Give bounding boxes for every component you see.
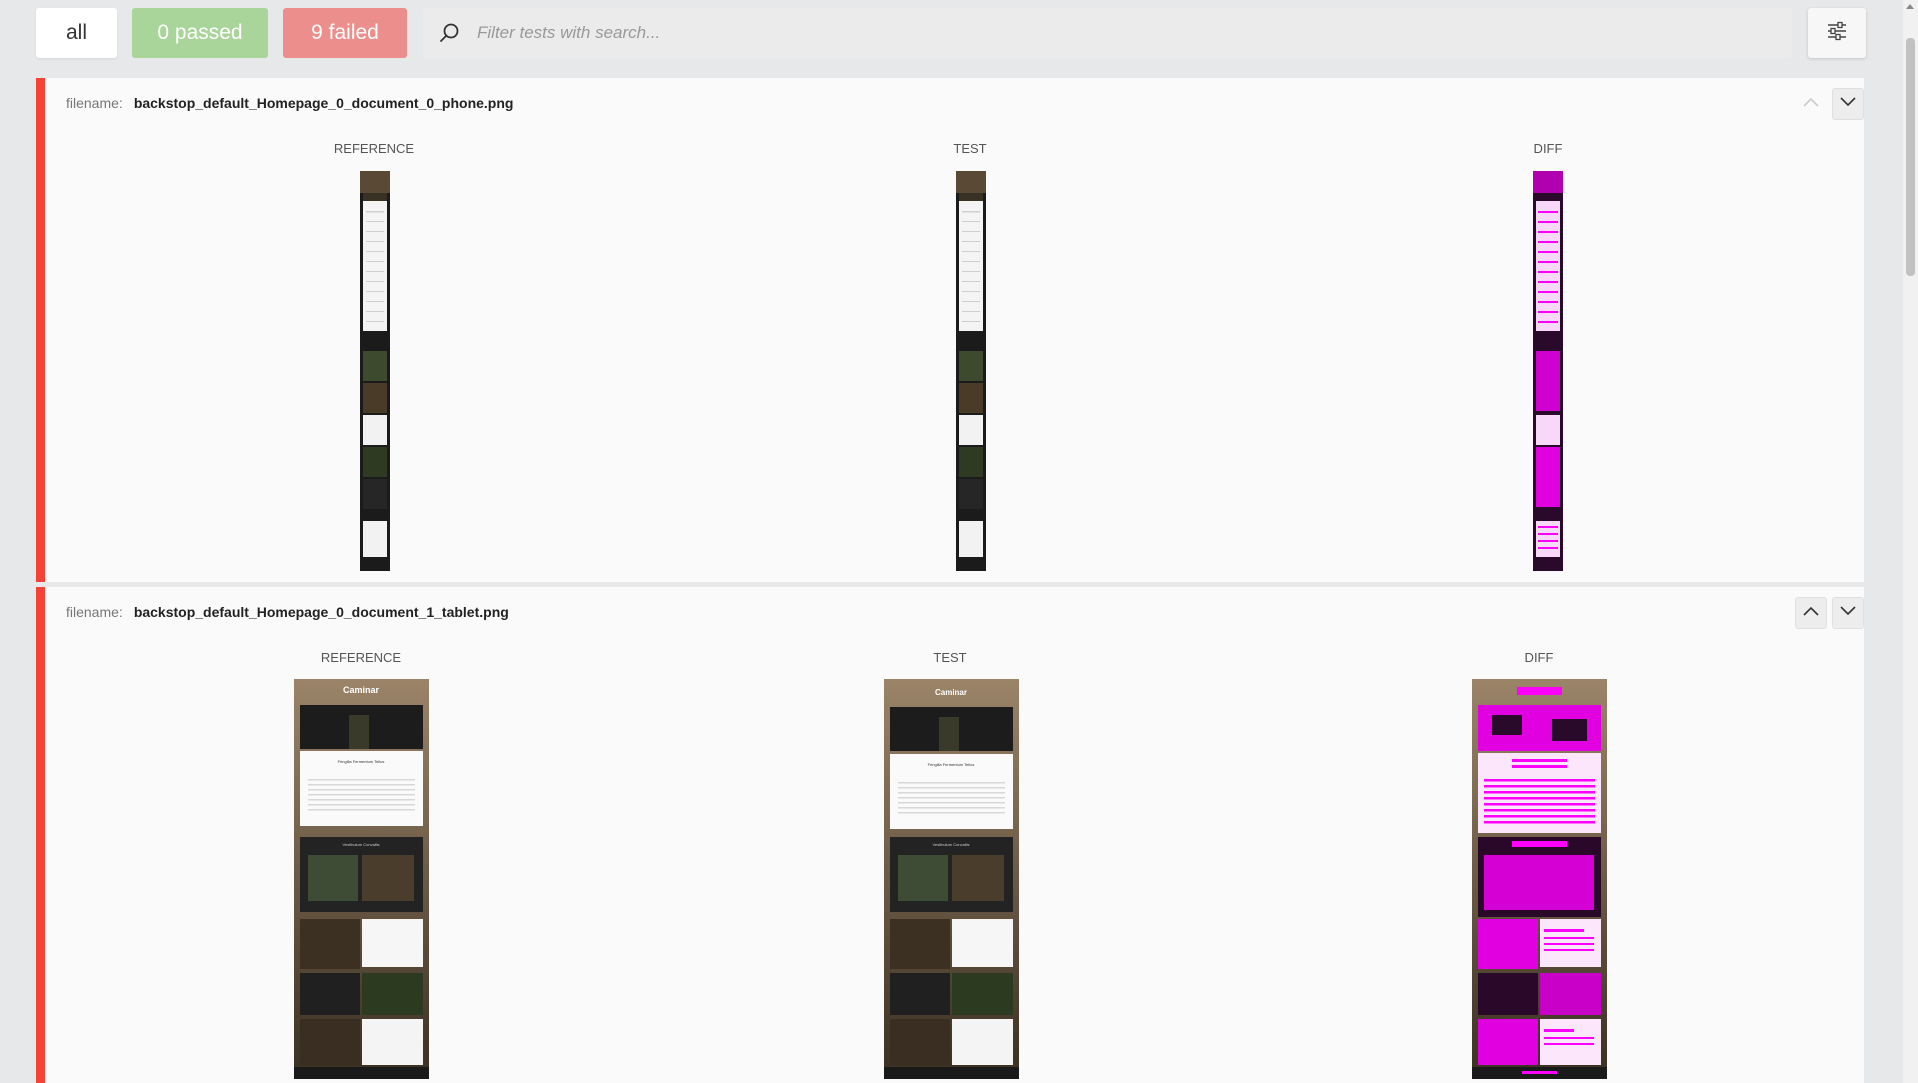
filename-row: filename: backstop_default_Homepage_0_do… xyxy=(66,604,509,620)
scroll-up-arrow[interactable] xyxy=(1906,4,1914,9)
reference-image[interactable] xyxy=(360,171,390,571)
filename-row: filename: backstop_default_Homepage_0_do… xyxy=(66,95,513,111)
chevron-down-icon xyxy=(1839,604,1857,622)
test-image[interactable]: Caminar Fringilla Fermentum Tellus Vesti… xyxy=(884,679,1019,1079)
test-result-card: filename: backstop_default_Homepage_0_do… xyxy=(36,587,1864,1083)
filter-bar: all 0 passed 9 failed xyxy=(36,8,1866,58)
chevron-down-icon xyxy=(1839,95,1857,113)
filter-all-button[interactable]: all xyxy=(36,8,117,58)
reference-label: REFERENCE xyxy=(320,650,402,665)
diff-image[interactable] xyxy=(1472,679,1607,1079)
test-label: TEST xyxy=(953,141,987,156)
search-box xyxy=(423,8,1792,58)
diff-label: DIFF xyxy=(1533,141,1563,156)
thumb-heading: Fringilla Fermentum Tellus xyxy=(338,759,385,764)
filename-value: backstop_default_Homepage_0_document_0_p… xyxy=(133,95,514,111)
search-icon xyxy=(433,16,467,50)
scrollbar-thumb[interactable] xyxy=(1906,38,1915,276)
chevron-up-icon xyxy=(1802,604,1820,622)
test-label: TEST xyxy=(933,650,967,665)
scrollbar[interactable] xyxy=(1903,0,1918,1083)
previous-test-button[interactable] xyxy=(1795,597,1827,629)
test-result-card: filename: backstop_default_Homepage_0_do… xyxy=(36,78,1864,582)
next-test-button[interactable] xyxy=(1832,597,1864,629)
test-image[interactable] xyxy=(956,171,986,571)
thumb-title: Caminar xyxy=(343,685,380,695)
reference-label: REFERENCE xyxy=(333,141,415,156)
diff-image[interactable] xyxy=(1533,171,1563,571)
previous-test-button[interactable] xyxy=(1795,88,1827,120)
filter-failed-button[interactable]: 9 failed xyxy=(283,8,407,58)
diff-label: DIFF xyxy=(1524,650,1554,665)
filter-passed-button[interactable]: 0 passed xyxy=(132,8,268,58)
thumb-heading: Vestibulum Convallis xyxy=(343,842,380,847)
chevron-up-icon xyxy=(1802,95,1820,113)
thumb-title: Caminar xyxy=(935,688,967,697)
settings-button[interactable] xyxy=(1808,8,1866,58)
reference-image[interactable]: Caminar Fringilla Fermentum Tellus Vesti… xyxy=(294,679,429,1079)
next-test-button[interactable] xyxy=(1832,88,1864,120)
thumb-heading: Vestibulum Convallis xyxy=(933,842,970,847)
search-input[interactable] xyxy=(477,23,1677,43)
thumb-heading: Fringilla Fermentum Tellus xyxy=(928,762,975,767)
filename-value: backstop_default_Homepage_0_document_1_t… xyxy=(133,604,509,620)
filename-label: filename: xyxy=(66,95,123,111)
filename-label: filename: xyxy=(66,604,123,620)
sliders-icon xyxy=(1826,20,1848,47)
